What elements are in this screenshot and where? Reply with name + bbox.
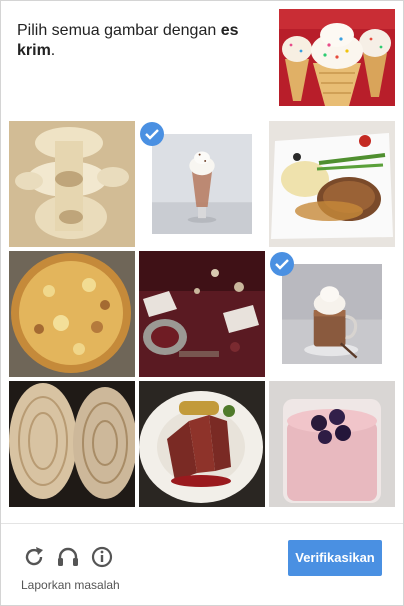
tile-image-berry-yogurt xyxy=(269,381,395,507)
sample-image-ice-cream xyxy=(279,9,395,106)
tile-8[interactable] xyxy=(139,381,265,507)
tile-image-pizza xyxy=(9,251,135,377)
headphones-icon[interactable] xyxy=(55,544,81,570)
tile-image-plated-dish xyxy=(269,121,395,247)
tile-image-dining-table xyxy=(139,251,265,377)
tile-7[interactable] xyxy=(9,381,135,507)
tile-image-milkshake xyxy=(152,134,252,234)
image-grid xyxy=(9,121,395,507)
reload-icon[interactable] xyxy=(21,544,47,570)
challenge-prompt: Pilih semua gambar dengan es krim. xyxy=(17,21,267,61)
report-problem-link[interactable]: Laporkan masalah xyxy=(21,578,120,592)
tile-3[interactable] xyxy=(269,121,395,247)
tile-2[interactable] xyxy=(139,121,265,247)
challenge-footer: Laporkan masalah Verifikasikan xyxy=(1,523,403,606)
challenge-header: Pilih semua gambar dengan es krim. xyxy=(9,9,395,113)
info-icon[interactable] xyxy=(89,544,115,570)
prompt-text: Pilih semua gambar dengan xyxy=(17,22,217,39)
tile-1[interactable] xyxy=(9,121,135,247)
verify-button[interactable]: Verifikasikan xyxy=(288,540,382,576)
tile-image-steak-plate xyxy=(139,381,265,507)
tile-image-wood-slices xyxy=(9,381,135,507)
selected-check-icon xyxy=(270,252,294,276)
tile-9[interactable] xyxy=(269,381,395,507)
tile-image-hot-chocolate xyxy=(282,264,382,364)
tile-4[interactable] xyxy=(9,251,135,377)
captcha-challenge-window: Pilih semua gambar dengan es krim. Lapor… xyxy=(0,0,404,606)
selected-check-icon xyxy=(140,122,164,146)
tile-5[interactable] xyxy=(139,251,265,377)
tile-image-vertebra xyxy=(9,121,135,247)
prompt-end: . xyxy=(50,42,56,59)
tile-6[interactable] xyxy=(269,251,395,377)
